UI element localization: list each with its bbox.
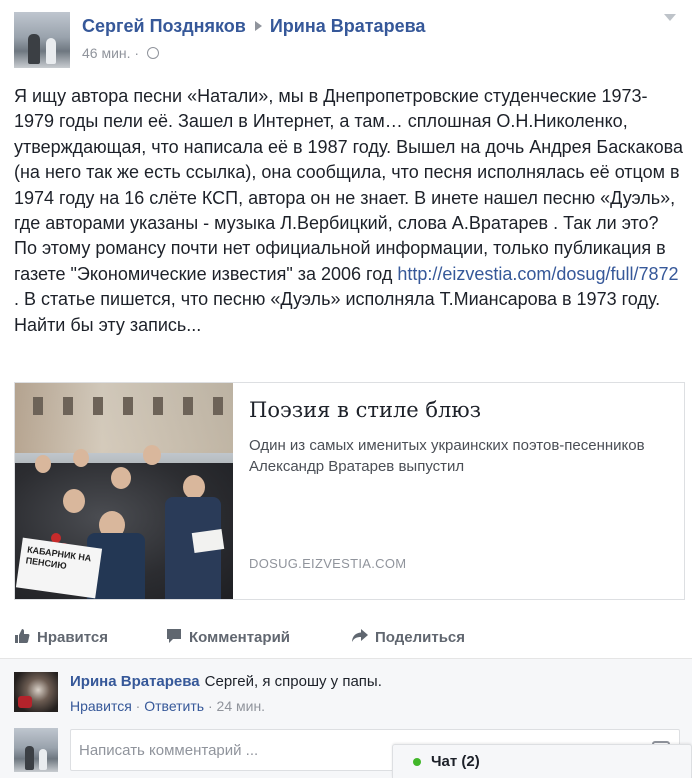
comment-meta-sep-1: · [135,698,141,714]
chat-label: Чат (2) [431,753,480,770]
link-preview-domain: DOSUG.EIZVESTIA.COM [249,556,407,571]
comment-meta-sep-2: · [207,698,213,714]
arrow-right-icon [254,21,262,32]
comment-like-link[interactable]: Нравится [70,698,132,714]
like-label: Нравится [37,629,109,646]
feed-post: Сергей Поздняков Ирина Вратарева 46 мин. … [0,0,692,778]
comment-label: Комментарий [189,629,291,646]
current-user-avatar [14,728,58,772]
link-preview-image[interactable]: КАБАРНИК НА ПЕНСИЮ [15,383,233,599]
comment-button[interactable]: Комментарий [166,628,290,646]
post-paragraph-2: По этому романсу почти нет официальной и… [14,236,686,338]
author-name-link[interactable]: Сергей Поздняков [82,16,246,36]
comment-reply-link[interactable]: Ответить [144,698,204,714]
audience-globe-icon[interactable] [146,47,159,59]
post-meta: 46 мин. · [82,45,159,61]
post-options-chevron-icon[interactable] [664,14,676,21]
link-preview-card[interactable]: КАБАРНИК НА ПЕНСИЮ Поэзия в стиле блюз О… [14,382,685,600]
author-avatar[interactable] [14,12,70,68]
link-preview-title[interactable]: Поэзия в стиле блюз [249,398,481,422]
post-actions-bar: Нравится Комментарий Поделиться [14,620,685,656]
comment-body: Ирина Вратарева Сергей, я спрошу у папы. [70,673,382,690]
post-names: Сергей Поздняков Ирина Вратарева [82,16,425,37]
share-button[interactable]: Поделиться [352,628,465,646]
post-paragraph-2-end: . В статье пишется, что песню «Дуэль» ис… [14,289,661,335]
comment-meta: Нравится · Ответить · 24 мин. [70,698,265,714]
comment-time[interactable]: 24 мин. [217,698,266,714]
target-name-link[interactable]: Ирина Вратарева [270,16,426,36]
meta-separator: · [134,45,140,61]
article-url-link[interactable]: http://eizvestia.com/dosug/full/7872 [397,264,678,284]
chat-tab[interactable]: Чат (2) [392,744,692,778]
share-arrow-icon [352,629,368,642]
share-label: Поделиться [375,629,466,646]
post-time-link[interactable]: 46 мин. [82,45,131,61]
like-button[interactable]: Нравится [14,628,108,646]
online-status-dot-icon [413,758,421,766]
commenter-avatar[interactable] [14,672,58,712]
link-preview-description: Один из самых именитых украинских поэтов… [249,437,645,475]
thumbs-up-icon [15,629,30,643]
commenter-name-link[interactable]: Ирина Вратарева [70,673,200,690]
post-paragraph-1: Я ищу автора песни «Натали», мы в Днепро… [14,86,683,234]
comment-text: Сергей, я спрошу у папы. [204,673,382,690]
comment-bubble-icon [167,629,181,643]
post-text: Я ищу автора песни «Натали», мы в Днепро… [14,84,686,338]
